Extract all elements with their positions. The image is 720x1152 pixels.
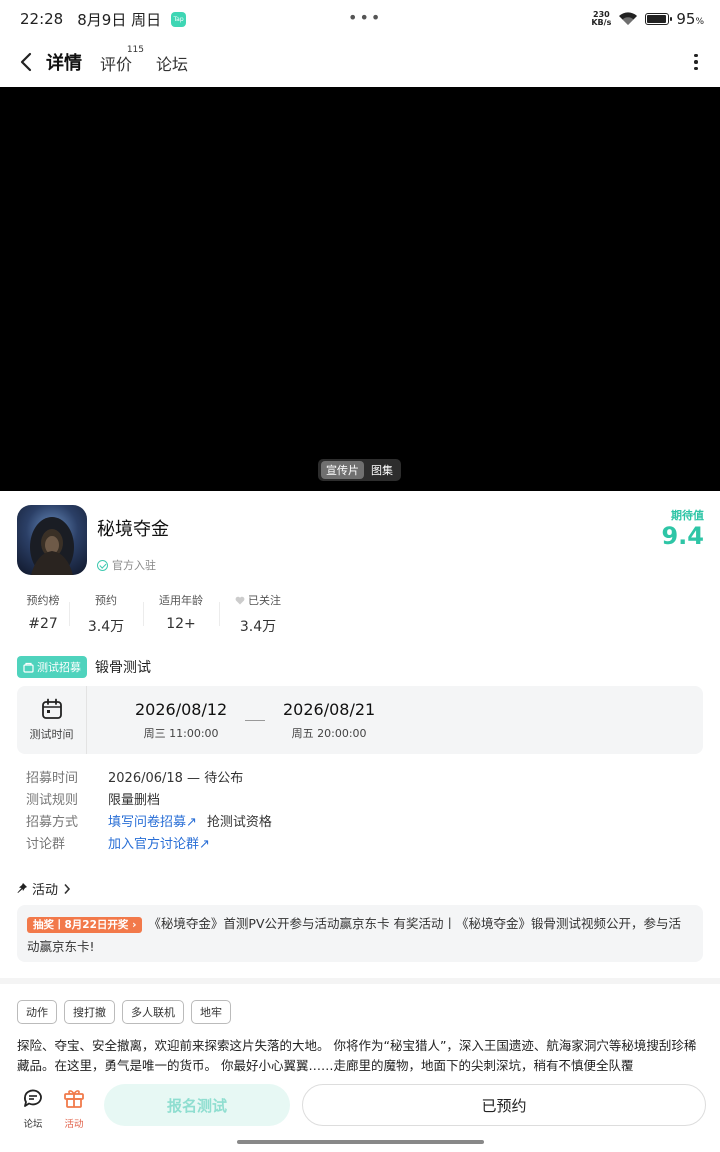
chevron-right-icon [64,883,71,894]
test-name: 锻骨测试 [95,660,151,676]
test-recruit-row: 测试招募 锻骨测试 [17,656,151,678]
info-discussion-group: 讨论群 加入官方讨论群↗ [26,831,272,853]
info-recruit-time: 招募时间 2026/06/18 — 待公布 [26,770,244,786]
questionnaire-link[interactable]: 填写问卷招募↗ [108,811,197,830]
bottom-activity[interactable]: 活动 [59,1086,89,1130]
game-header: 秘境夺金 官方入驻 期待值 9.4 [17,505,707,575]
signup-test-button[interactable]: 报名测试 [104,1084,290,1126]
calendar-icon [41,698,62,719]
recruit-icon [23,662,34,673]
info-test-rules: 测试规则 限量删档 [26,792,161,808]
discussion-group-link[interactable]: 加入官方讨论群↗ [108,833,210,852]
tab-forum[interactable]: 论坛 [156,51,188,75]
tag-multiplayer[interactable]: 多人联机 [122,1000,184,1024]
stat-reservations: 预约 3.4万 [69,592,143,636]
tap-app-icon: Tap [171,11,187,27]
heart-icon [235,596,245,604]
stat-followers[interactable]: 已关注 3.4万 [219,592,297,636]
activity-card[interactable]: 抽奖丨8月22日开奖 › 《秘境夺金》首测PV公开参与活动赢京东卡 有奖活动丨《秘… [17,905,703,962]
bottom-forum[interactable]: 论坛 [18,1086,48,1130]
video-player[interactable]: 宣传片 图集 [0,87,720,491]
top-nav: 详情 评价 115 论坛 [0,40,720,84]
media-option-trailer[interactable]: 宣传片 [321,461,364,479]
test-recruit-tag: 测试招募 [17,656,87,678]
tag-dungeon[interactable]: 地牢 [191,1000,231,1024]
home-indicator[interactable] [237,1140,484,1144]
reserved-button[interactable]: 已预约 [302,1084,706,1126]
verified-check-icon [97,559,108,571]
wifi-icon [619,12,638,25]
game-title: 秘境夺金 [97,519,169,540]
section-divider [0,978,720,984]
game-stats: 预约榜 #27 预约 3.4万 适用年龄 12+ 已关注 3.4万 [17,592,297,636]
official-badge: 官方入驻 [97,557,156,573]
game-icon [17,505,87,575]
lottery-badge: 抽奖丨8月22日开奖 › [27,917,143,933]
tab-details[interactable]: 详情 [46,49,82,76]
more-menu-icon[interactable] [686,53,706,71]
status-dots-icon: ••• [348,8,383,27]
media-option-gallery[interactable]: 图集 [366,461,398,479]
tag-extraction[interactable]: 搜打撤 [64,1000,115,1024]
gift-icon [64,1090,84,1108]
status-time: 22:28 [20,10,64,28]
back-arrow-icon[interactable] [14,50,38,74]
info-recruit-method: 招募方式 填写问卷招募↗ 抢测试资格 [26,809,272,831]
media-switch: 宣传片 图集 [318,459,401,481]
expectation-rating: 期待值 9.4 [661,509,704,550]
test-time-block: 测试时间 [17,686,87,754]
genre-tags: 动作 搜打撤 多人联机 地牢 [17,1000,231,1024]
pin-icon [17,883,27,893]
test-info: 招募时间 2026/06/18 — 待公布 测试规则 限量删档 招募方式 填写问… [26,765,272,853]
battery-percent: 95% [676,10,704,28]
stat-rank[interactable]: 预约榜 #27 [17,592,69,636]
tab-reviews[interactable]: 评价 115 [100,45,144,75]
tag-action[interactable]: 动作 [17,1000,57,1024]
test-end: 2026/08/21 周五 20:00:00 [283,700,376,740]
stat-age[interactable]: 适用年龄 12+ [143,592,219,636]
date-range-arrow [245,720,265,721]
rating-value: 9.4 [661,522,704,550]
test-start: 2026/08/12 周三 11:00:00 [135,700,228,740]
forum-icon [23,1089,42,1107]
reviews-count: 115 [126,45,145,55]
network-speed: 230 KB/s [591,10,612,27]
status-bar: 22:28 8月9日 周日 Tap ••• 230 KB/s 95% [0,0,720,38]
activity-header[interactable]: 活动 [17,879,71,898]
status-date: 8月9日 周日 [77,10,162,29]
test-schedule: 测试时间 2026/08/12 周三 11:00:00 2026/08/21 周… [17,686,703,754]
nav-tabs: 详情 评价 115 论坛 [46,45,188,76]
game-description: 探险、夺宝、安全撤离，欢迎前来探索这片失落的大地。 你将作为“秘宝猎人”，深入王… [17,1038,697,1073]
battery-icon [645,13,673,25]
